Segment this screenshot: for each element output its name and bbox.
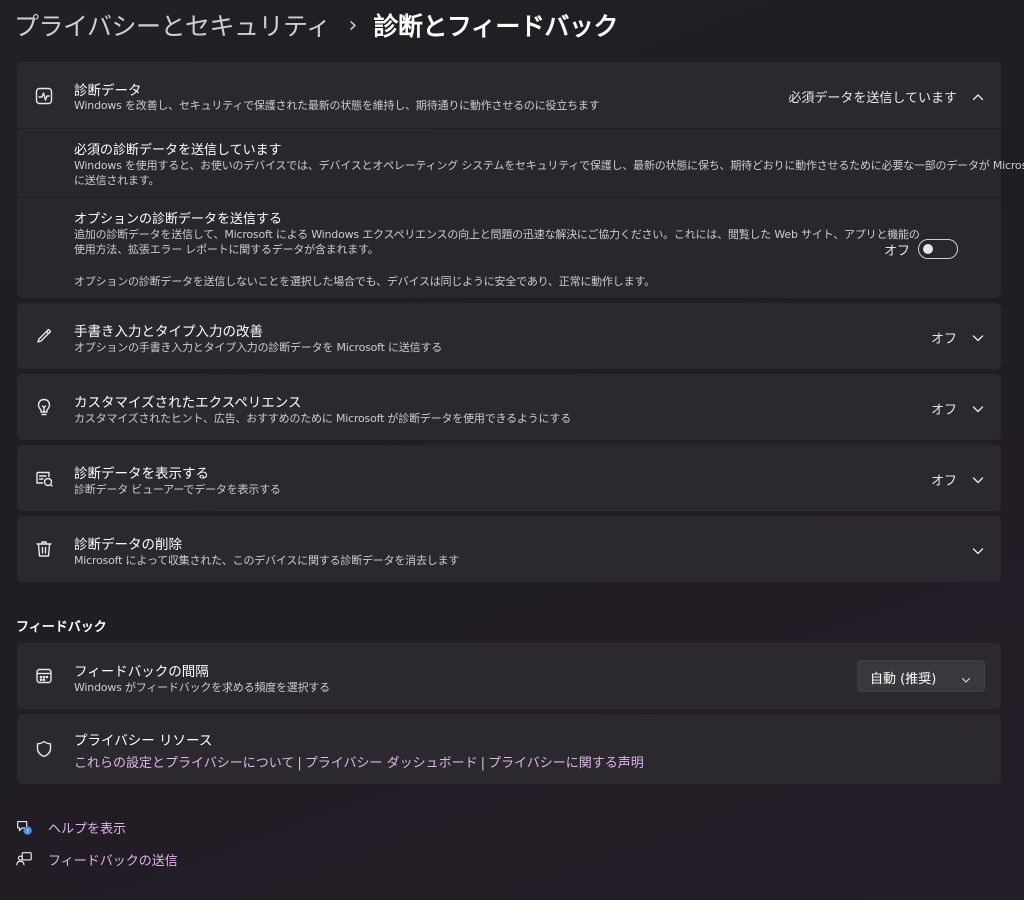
optional-data-title: オプションの診断データを送信する bbox=[74, 212, 283, 227]
chevron-down-icon[interactable] bbox=[971, 472, 985, 486]
tailored-experiences-description: カスタマイズされたヒント、広告、おすすめのために Microsoft が診断デー… bbox=[74, 412, 571, 425]
page-title: 診断とフィードバック bbox=[373, 12, 618, 41]
feedback-frequency-description: Windows がフィードバックを求める頻度を選択する bbox=[74, 681, 330, 694]
feedback-icon bbox=[14, 849, 34, 869]
get-help-link[interactable]: ? ヘルプを表示 bbox=[14, 817, 126, 837]
view-diagnostic-data-title: 診断データを表示する bbox=[74, 466, 209, 482]
privacy-links: これらの設定とプライバシーについて | プライバシー ダッシュボード | プライバシーに… bbox=[74, 752, 644, 771]
diagnostic-data-title: 診断データ bbox=[74, 83, 142, 99]
privacy-resources-title: プライバシー リソース bbox=[74, 733, 213, 749]
get-help-label: ヘルプを表示 bbox=[48, 821, 127, 837]
required-data-line1: Windows を使用すると、お使いのデバイスでは、デバイスとオペレーティング … bbox=[74, 159, 1024, 172]
give-feedback-label: フィードバックの送信 bbox=[48, 853, 178, 869]
pen-icon bbox=[33, 325, 55, 347]
view-diagnostic-data-description: 診断データ ビューアーでデータを表示する bbox=[74, 483, 281, 496]
tailored-experiences-card[interactable]: カスタマイズされたエクスペリエンス カスタマイズされたヒント、広告、おすすめのた… bbox=[17, 374, 1001, 440]
required-data-title: 必須の診断データを送信しています bbox=[74, 143, 282, 158]
tailored-experiences-value: オフ bbox=[930, 403, 957, 418]
optional-data-toggle[interactable] bbox=[918, 239, 958, 259]
diagnostic-data-card[interactable]: 診断データ Windows を改善し、セキュリティで保護された最新の状態を維持し… bbox=[17, 62, 1001, 128]
privacy-link-statement[interactable]: プライバシーに関する声明 bbox=[488, 756, 644, 771]
optional-data-row: オプションの診断データを送信する 追加の診断データを送信して、Microsoft… bbox=[17, 198, 1001, 298]
trash-icon bbox=[33, 538, 55, 560]
optional-data-line2: 使用方法、拡張エラー レポートに関するデータが含まれます。 bbox=[74, 243, 379, 256]
settings-page: プライバシーとセキュリティ › 診断とフィードバック 診断データ Windows… bbox=[0, 0, 1024, 900]
privacy-link-settings[interactable]: これらの設定とプライバシーについて bbox=[74, 756, 294, 771]
feedback-frequency-dropdown[interactable]: 自動 (推奨) bbox=[857, 660, 985, 692]
feedback-section-header: フィードバック bbox=[16, 620, 107, 635]
handwriting-card[interactable]: 手書き入力とタイプ入力の改善 オプションの手書き入力とタイプ入力の診断データを … bbox=[17, 303, 1001, 369]
optional-data-toggle-label: オフ bbox=[884, 244, 911, 259]
link-separator: | bbox=[297, 756, 302, 771]
tailored-experiences-title: カスタマイズされたエクスペリエンス bbox=[74, 395, 302, 411]
feedback-frequency-title: フィードバックの間隔 bbox=[74, 664, 209, 680]
handwriting-description: オプションの手書き入力とタイプ入力の診断データを Microsoft に送信する bbox=[74, 341, 443, 354]
delete-diagnostic-data-description: Microsoft によって収集された、このデバイスに関する診断データを消去しま… bbox=[74, 554, 460, 567]
handwriting-title: 手書き入力とタイプ入力の改善 bbox=[74, 324, 263, 340]
optional-data-line3: オプションの診断データを送信しないことを選択した場合でも、デバイスは同じように安… bbox=[74, 275, 655, 288]
view-diagnostic-data-value: オフ bbox=[930, 474, 957, 489]
feedback-frequency-card: フィードバックの間隔 Windows がフィードバックを求める頻度を選択する bbox=[17, 643, 1001, 709]
privacy-resources-card: プライバシー リソース これらの設定とプライバシーについて | プライバシー ダッシ… bbox=[17, 714, 1001, 784]
help-icon: ? bbox=[14, 817, 34, 837]
chevron-down-icon[interactable] bbox=[971, 401, 985, 415]
required-data-row: 必須の診断データを送信しています Windows を使用すると、お使いのデバイス… bbox=[17, 129, 1024, 197]
svg-text:?: ? bbox=[26, 829, 29, 835]
shield-icon bbox=[33, 738, 55, 760]
link-separator: | bbox=[480, 756, 486, 771]
optional-data-line1: 追加の診断データを送信して、Microsoft による Windows エクスペ… bbox=[74, 228, 920, 241]
diagnostic-data-status: 必須データを送信しています bbox=[788, 91, 957, 106]
privacy-link-dashboard[interactable]: プライバシー ダッシュボード bbox=[305, 756, 478, 771]
chevron-down-icon[interactable] bbox=[971, 330, 985, 344]
feedback-frequency-selected: 自動 (推奨) bbox=[870, 672, 937, 687]
lightbulb-icon bbox=[33, 396, 55, 418]
pulse-icon bbox=[33, 85, 55, 107]
delete-diagnostic-data-card[interactable]: 診断データの削除 Microsoft によって収集された、このデバイスに関する診… bbox=[17, 516, 1001, 582]
breadcrumb-parent-link[interactable]: プライバシーとセキュリティ bbox=[14, 7, 331, 43]
required-data-line2: に送信されます。 bbox=[74, 174, 160, 187]
chevron-down-icon bbox=[960, 671, 972, 683]
give-feedback-link[interactable]: フィードバックの送信 bbox=[14, 849, 178, 869]
breadcrumb: プライバシーとセキュリティ › 診断とフィードバック bbox=[14, 8, 618, 42]
delete-diagnostic-data-title: 診断データの削除 bbox=[74, 537, 182, 553]
view-diagnostic-data-card[interactable]: 診断データを表示する 診断データ ビューアーでデータを表示する オフ bbox=[17, 445, 1001, 511]
chevron-up-icon[interactable] bbox=[971, 89, 985, 103]
calendar-icon bbox=[33, 665, 55, 687]
breadcrumb-separator: › bbox=[348, 12, 358, 38]
data-viewer-icon bbox=[33, 467, 55, 489]
chevron-down-icon[interactable] bbox=[971, 543, 985, 557]
diagnostic-data-description: Windows を改善し、セキュリティで保護された最新の状態を維持し、期待通りに… bbox=[74, 99, 600, 112]
handwriting-value: オフ bbox=[930, 332, 957, 347]
